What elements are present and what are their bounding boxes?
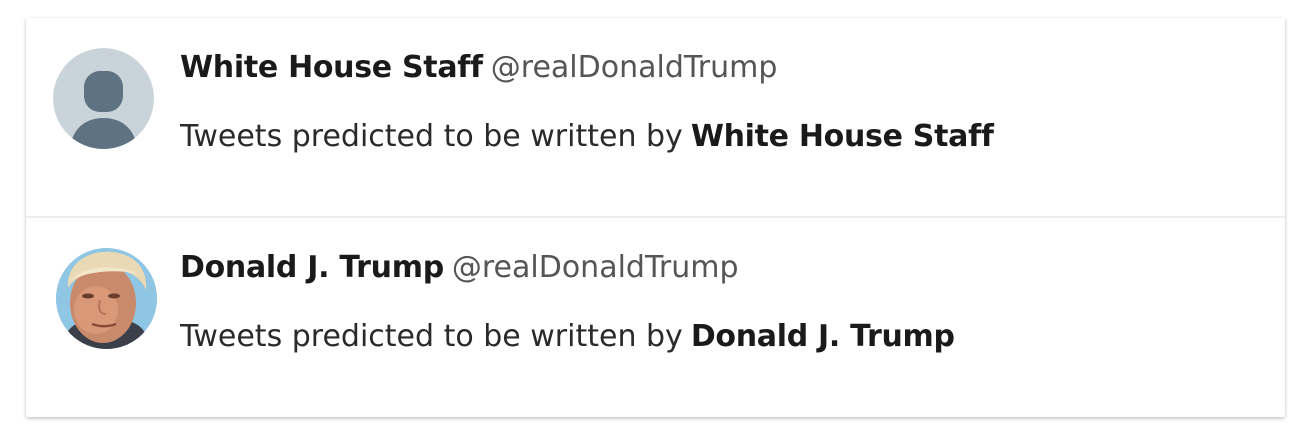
account-row-trump[interactable]: Donald J. Trump @realDonaldTrump Tweets p… [26, 218, 1285, 417]
account-handle[interactable]: @realDonaldTrump [491, 50, 778, 85]
account-handle[interactable]: @realDonaldTrump [452, 250, 739, 285]
account-name-line: Donald J. Trump @realDonaldTrump [180, 247, 739, 289]
default-avatar-icon[interactable] [53, 48, 154, 149]
prediction-description: Tweets predicted to be written by White H… [180, 116, 994, 158]
description-author-name: Donald J. Trump [690, 319, 955, 354]
prediction-description: Tweets predicted to be written by Donald … [180, 316, 955, 358]
profile-photo-avatar[interactable] [56, 248, 157, 349]
display-name[interactable]: White House Staff [180, 50, 483, 85]
description-prefix: Tweets predicted to be written by [180, 319, 683, 354]
display-name[interactable]: Donald J. Trump [180, 250, 444, 285]
description-prefix: Tweets predicted to be written by [180, 119, 683, 154]
account-row-staff[interactable]: White House Staff @realDonaldTrump Tweets… [26, 18, 1285, 217]
account-name-line: White House Staff @realDonaldTrump [180, 47, 777, 89]
description-author-name: White House Staff [690, 119, 994, 154]
predicted-authors-card: White House Staff @realDonaldTrump Tweets… [26, 18, 1285, 417]
